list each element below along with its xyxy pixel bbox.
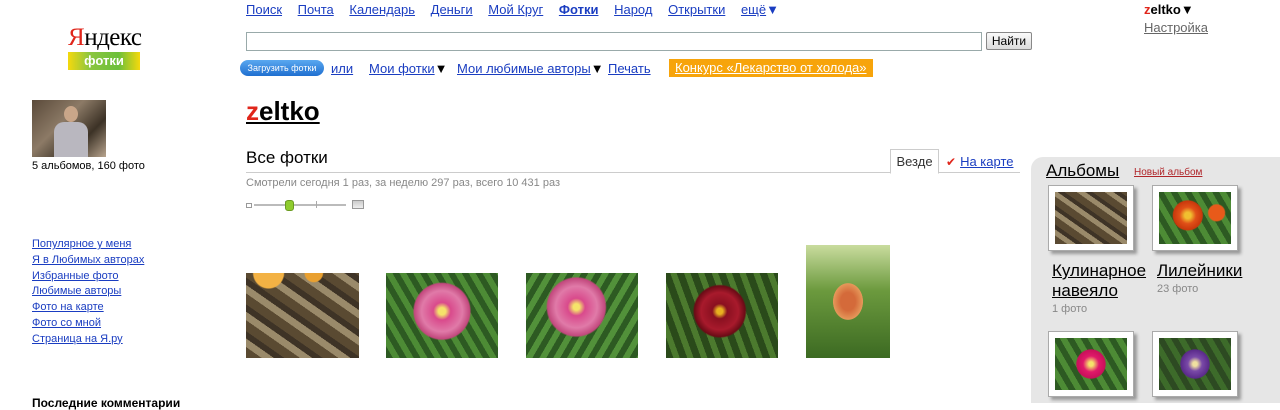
link-popular[interactable]: Популярное у меня — [32, 237, 144, 253]
checkmark-icon: ✔ — [946, 155, 957, 169]
link-photos-with-me[interactable]: Фото со мной — [32, 316, 144, 332]
album-cover-image — [1055, 192, 1127, 244]
photo-thumbnail[interactable] — [806, 245, 890, 358]
fotki-logo-bar: фотки — [68, 52, 140, 70]
small-image-icon — [246, 203, 252, 208]
chevron-down-icon: ▼ — [590, 61, 604, 76]
albums-title[interactable]: Альбомы — [1046, 161, 1119, 181]
owner-rest: eltko — [259, 96, 320, 126]
link-ya-ru-page[interactable]: Страница на Я.ру — [32, 332, 144, 348]
large-image-icon — [352, 200, 364, 209]
owner-first-letter: z — [246, 96, 259, 126]
avatar[interactable] — [32, 100, 106, 157]
fav-authors-link[interactable]: Мои любимые авторы — [457, 61, 591, 76]
nav-moy-krug[interactable]: Мой Круг — [488, 2, 543, 17]
nav-dengi[interactable]: Деньги — [431, 2, 473, 17]
tab-on-map-label[interactable]: На карте — [960, 154, 1013, 169]
chevron-down-icon: ▼ — [1180, 2, 1194, 17]
tab-everywhere[interactable]: Везде — [890, 149, 939, 174]
album-cover[interactable] — [1152, 331, 1238, 397]
slider-handle[interactable] — [285, 200, 295, 211]
search-input[interactable] — [246, 32, 982, 51]
album-cover-image — [1055, 338, 1127, 390]
link-favorite-authors[interactable]: Любимые авторы — [32, 284, 144, 300]
nav-fotki[interactable]: Фотки — [559, 2, 599, 17]
slider-track[interactable] — [254, 204, 346, 206]
top-navigation: Поиск Почта Календарь Деньги Мой Круг Фо… — [246, 2, 791, 17]
avatar-body — [54, 122, 88, 157]
chevron-down-icon: ▼ — [766, 2, 779, 17]
album-cover[interactable] — [1048, 331, 1134, 397]
section-title: Все фотки — [246, 148, 328, 167]
chevron-down-icon: ▼ — [434, 61, 448, 76]
username-rest: eltko — [1150, 2, 1181, 17]
link-favorite-photos[interactable]: Избранные фото — [32, 269, 144, 285]
album-cover[interactable] — [1048, 185, 1134, 251]
tab-on-map[interactable]: ✔ На карте — [946, 154, 1013, 169]
album-photo-count: 23 фото — [1157, 283, 1199, 295]
photo-thumbnail[interactable] — [666, 273, 778, 358]
album-cover-image — [1159, 338, 1231, 390]
profile-links: Популярное у меня Я в Любимых авторах Из… — [32, 237, 144, 348]
nav-more-label: ещё — [740, 2, 767, 17]
settings-link[interactable]: Настройка — [1144, 20, 1208, 35]
nav-poisk[interactable]: Поиск — [246, 2, 282, 17]
nav-otkrytki[interactable]: Открытки — [668, 2, 725, 17]
yandex-logo-text: Яндекс — [68, 24, 142, 51]
thumbnail-size-slider[interactable] — [246, 200, 364, 211]
nav-calendar[interactable]: Календарь — [349, 2, 415, 17]
link-photos-on-map[interactable]: Фото на карте — [32, 300, 144, 316]
nav-narod[interactable]: Народ — [614, 2, 652, 17]
print-link[interactable]: Печать — [608, 61, 651, 76]
new-album-link[interactable]: Новый альбом — [1134, 167, 1202, 178]
album-photo-count: 1 фото — [1052, 303, 1088, 315]
album-cover-image — [1159, 192, 1231, 244]
page-title[interactable]: zeltko — [246, 96, 320, 127]
album-name[interactable]: Лилейники — [1157, 261, 1242, 281]
my-photos-link[interactable]: Мои фотки — [369, 61, 435, 76]
profile-stats: 5 альбомов, 160 фото — [32, 160, 145, 172]
user-menu[interactable]: zeltko▼ — [1144, 2, 1194, 17]
view-stats: Смотрели сегодня 1 раз, за неделю 297 ра… — [246, 177, 560, 189]
contest-link[interactable]: Конкурс «Лекарство от холода» — [675, 60, 867, 75]
contest-banner[interactable]: Конкурс «Лекарство от холода» — [669, 59, 873, 77]
nav-pochta[interactable]: Почта — [298, 2, 334, 17]
photo-thumbnail[interactable] — [526, 273, 638, 358]
yandex-fotki-logo[interactable]: Яндекс фотки — [68, 24, 144, 70]
search-button[interactable]: Найти — [986, 32, 1032, 50]
album-name[interactable]: Кулинарное навеяло — [1052, 261, 1146, 301]
avatar-head — [64, 106, 78, 122]
photo-thumbnail[interactable] — [246, 273, 359, 358]
last-comments-heading: Последние комментарии — [32, 396, 181, 410]
album-cover[interactable] — [1152, 185, 1238, 251]
link-in-favorites[interactable]: Я в Любимых авторах — [32, 253, 144, 269]
slider-tick — [316, 201, 317, 208]
photo-thumbnail[interactable] — [386, 273, 498, 358]
upload-photos-button[interactable]: Загрузить фотки — [240, 60, 324, 76]
nav-more-dropdown[interactable]: ещё▼ — [741, 2, 779, 17]
or-link[interactable]: или — [331, 61, 353, 76]
my-photos-dropdown[interactable]: Мои фотки▼ — [369, 61, 448, 76]
fav-authors-dropdown[interactable]: Мои любимые авторы▼ — [457, 61, 604, 76]
